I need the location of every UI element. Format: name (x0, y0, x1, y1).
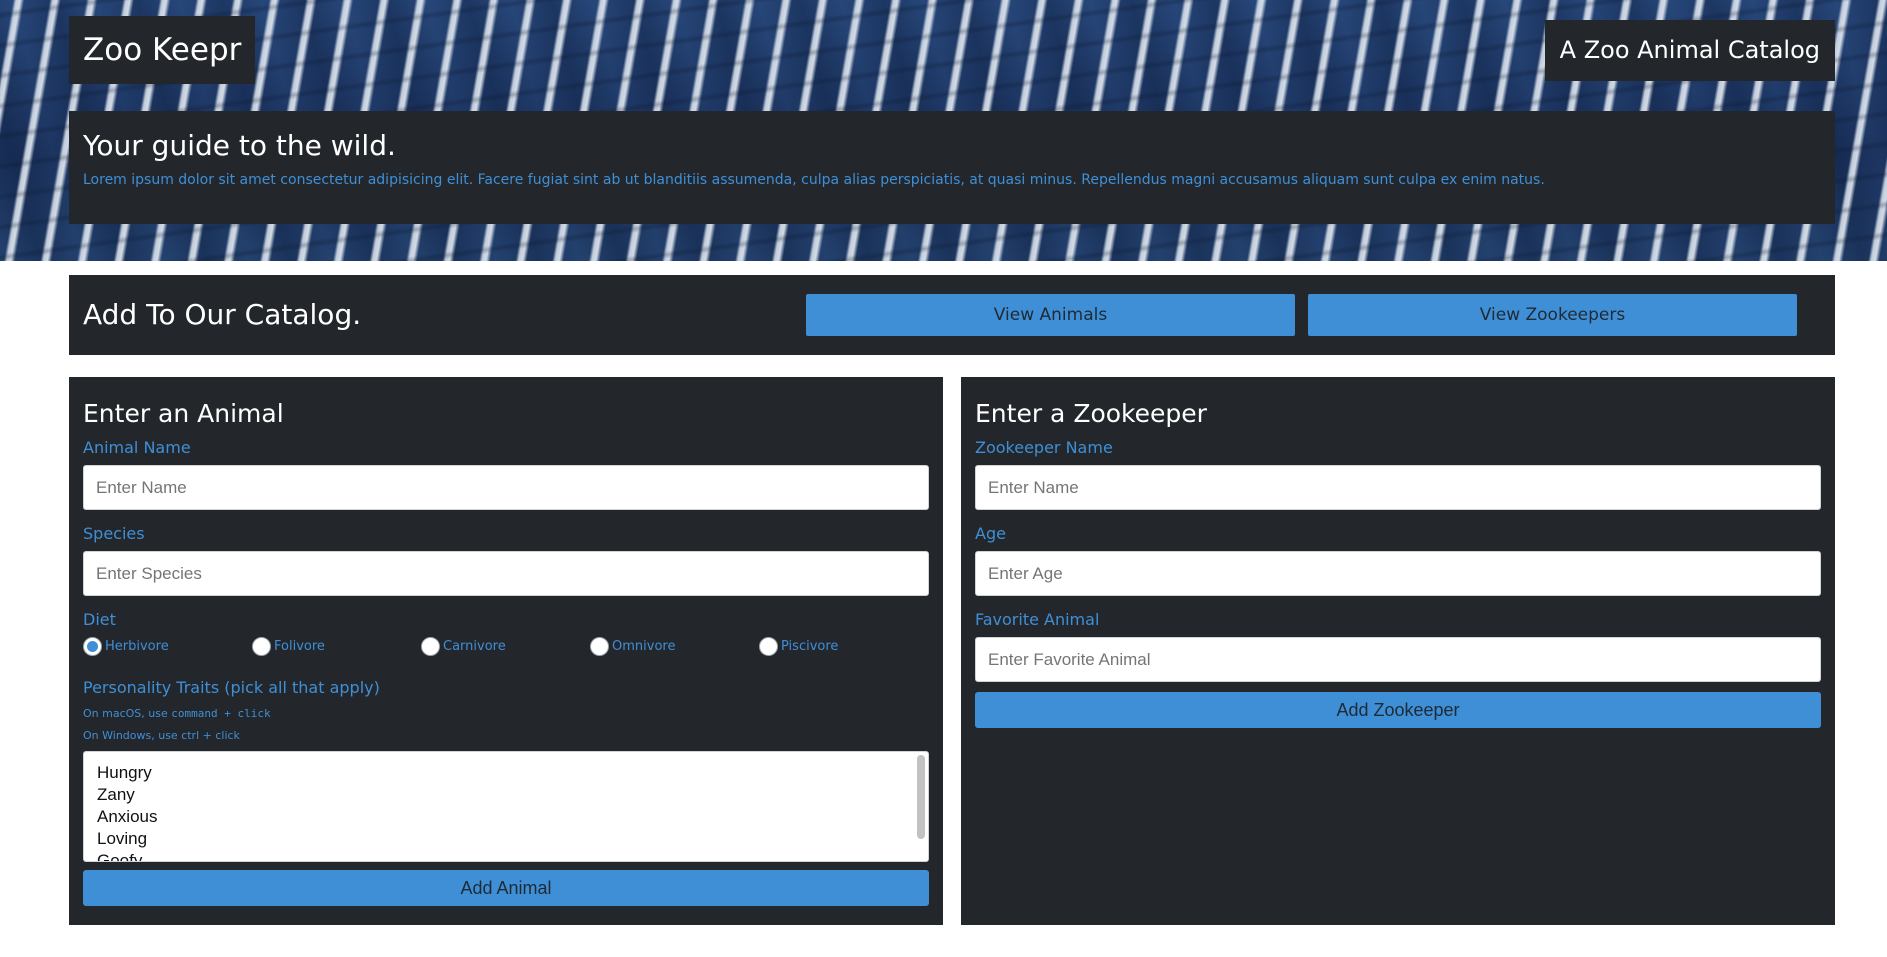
trait-option[interactable]: Hungry (97, 762, 915, 784)
animal-form-title: Enter an Animal (83, 399, 284, 428)
trait-option[interactable]: Goofy (97, 850, 915, 861)
site-brand[interactable]: Zoo Keepr (69, 16, 256, 84)
intro-title: Your guide to the wild. (83, 129, 396, 162)
mac-hint-code: command + click (171, 707, 271, 720)
zookeeper-form-panel: Enter a Zookeeper Zookeeper Name Age Fav… (961, 377, 1835, 925)
trait-option[interactable]: Loving (97, 828, 915, 850)
radio-button[interactable] (421, 637, 440, 656)
diet-option-label: Herbivore (105, 639, 169, 654)
intro-text: Lorem ipsum dolor sit amet consectetur a… (83, 172, 1545, 188)
diet-option-carnivore[interactable]: Carnivore (421, 637, 590, 656)
diet-option-label: Piscivore (781, 639, 839, 654)
diet-option-label: Carnivore (443, 639, 506, 654)
zookeeper-name-input[interactable] (975, 465, 1821, 510)
radio-button[interactable] (590, 637, 609, 656)
add-animal-button[interactable]: Add Animal (83, 870, 929, 906)
catalog-bar: Add To Our Catalog. View Animals View Zo… (69, 275, 1835, 355)
hero-banner: Zoo Keepr A Zoo Animal Catalog Your guid… (0, 0, 1887, 261)
diet-option-omnivore[interactable]: Omnivore (590, 637, 759, 656)
diet-option-herbivore[interactable]: Herbivore (83, 637, 252, 656)
diet-label: Diet (83, 610, 116, 629)
trait-option[interactable]: Anxious (97, 806, 915, 828)
radio-button[interactable] (759, 637, 778, 656)
add-zookeeper-button[interactable]: Add Zookeeper (975, 692, 1821, 728)
age-label: Age (975, 524, 1006, 543)
animal-name-label: Animal Name (83, 438, 191, 457)
animal-name-input[interactable] (83, 465, 929, 510)
intro-box: Your guide to the wild. Lorem ipsum dolo… (69, 111, 1835, 224)
catalog-title: Add To Our Catalog. (83, 298, 362, 331)
site-tagline: A Zoo Animal Catalog (1544, 20, 1835, 81)
species-label: Species (83, 524, 145, 543)
age-input[interactable] (975, 551, 1821, 596)
trait-option[interactable]: Zany (97, 784, 915, 806)
radio-button[interactable] (83, 637, 102, 656)
zookeeper-name-label: Zookeeper Name (975, 438, 1113, 457)
traits-label: Personality Traits (pick all that apply) (83, 678, 380, 697)
diet-option-folivore[interactable]: Folivore (252, 637, 421, 656)
diet-radio-group: Herbivore Folivore Carnivore Omnivore Pi… (83, 637, 929, 656)
mac-hint-text: On macOS, use (83, 707, 172, 720)
zookeeper-form-title: Enter a Zookeeper (975, 399, 1207, 428)
diet-option-label: Folivore (274, 639, 325, 654)
diet-option-label: Omnivore (612, 639, 676, 654)
radio-button[interactable] (252, 637, 271, 656)
view-zookeepers-button[interactable]: View Zookeepers (1308, 294, 1797, 336)
species-input[interactable] (83, 551, 929, 596)
view-animals-button[interactable]: View Animals (806, 294, 1295, 336)
diet-option-piscivore[interactable]: Piscivore (759, 637, 928, 656)
windows-hint: On Windows, use ctrl + click (83, 729, 240, 742)
listbox-scrollbar[interactable] (917, 755, 925, 839)
traits-listbox[interactable]: Hungry Zany Anxious Loving Goofy (83, 751, 929, 862)
favorite-animal-input[interactable] (975, 637, 1821, 682)
favorite-animal-label: Favorite Animal (975, 610, 1100, 629)
animal-form-panel: Enter an Animal Animal Name Species Diet… (69, 377, 943, 925)
mac-hint: On macOS, use command + click (83, 707, 929, 720)
